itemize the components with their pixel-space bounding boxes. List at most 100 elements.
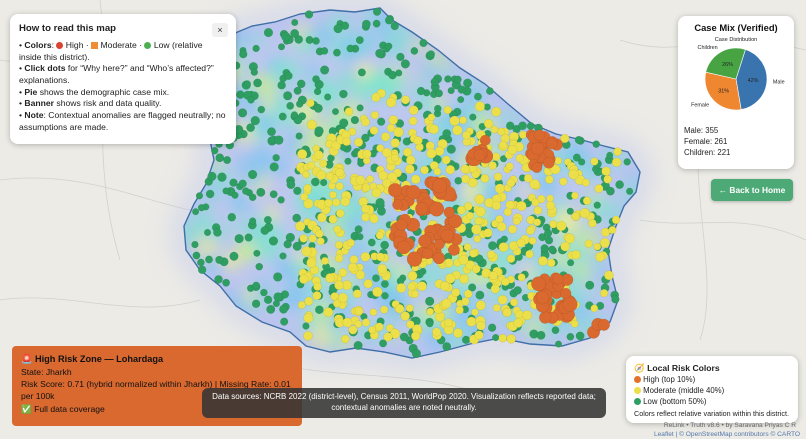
moderate-risk-dot[interactable] bbox=[341, 334, 350, 344]
low-risk-dot[interactable] bbox=[554, 340, 563, 348]
low-risk-dot[interactable] bbox=[278, 112, 287, 121]
moderate-risk-dot[interactable] bbox=[378, 170, 389, 181]
moderate-risk-dot[interactable] bbox=[382, 147, 392, 158]
low-risk-dot[interactable] bbox=[314, 126, 324, 136]
moderate-risk-dot[interactable] bbox=[328, 214, 338, 224]
low-risk-dot[interactable] bbox=[295, 132, 303, 140]
moderate-risk-dot[interactable] bbox=[518, 130, 527, 139]
moderate-risk-dot[interactable] bbox=[420, 165, 430, 175]
moderate-risk-dot[interactable] bbox=[390, 153, 399, 162]
low-risk-dot[interactable] bbox=[277, 196, 285, 204]
moderate-risk-dot[interactable] bbox=[374, 322, 384, 332]
low-risk-dot[interactable] bbox=[320, 65, 330, 75]
high-risk-dot[interactable] bbox=[431, 178, 448, 194]
moderate-risk-dot[interactable] bbox=[613, 147, 622, 156]
moderate-risk-dot[interactable] bbox=[611, 157, 622, 168]
high-risk-dot[interactable] bbox=[533, 129, 546, 142]
high-risk-dot[interactable] bbox=[432, 251, 446, 265]
low-risk-dot[interactable] bbox=[203, 228, 212, 237]
moderate-risk-dot[interactable] bbox=[475, 300, 486, 311]
low-risk-dot[interactable] bbox=[475, 290, 485, 300]
low-risk-dot[interactable] bbox=[375, 48, 385, 59]
moderate-risk-dot[interactable] bbox=[332, 299, 341, 308]
low-risk-dot[interactable] bbox=[310, 177, 320, 187]
moderate-risk-dot[interactable] bbox=[408, 105, 419, 116]
low-risk-dot[interactable] bbox=[575, 331, 585, 341]
high-risk-dot[interactable] bbox=[388, 183, 403, 198]
low-risk-dot[interactable] bbox=[372, 19, 381, 28]
moderate-risk-dot[interactable] bbox=[568, 169, 579, 180]
high-risk-dot[interactable] bbox=[597, 318, 610, 331]
high-risk-dot[interactable] bbox=[545, 137, 558, 150]
moderate-risk-dot[interactable] bbox=[490, 125, 499, 134]
low-risk-dot[interactable] bbox=[399, 332, 409, 342]
low-risk-dot[interactable] bbox=[283, 91, 293, 101]
low-risk-dot[interactable] bbox=[268, 236, 279, 246]
moderate-risk-dot[interactable] bbox=[410, 331, 421, 341]
low-risk-dot[interactable] bbox=[492, 333, 500, 342]
moderate-risk-dot[interactable] bbox=[427, 113, 436, 121]
moderate-risk-dot[interactable] bbox=[463, 202, 473, 211]
moderate-risk-dot[interactable] bbox=[405, 155, 416, 165]
moderate-risk-dot[interactable] bbox=[590, 304, 599, 313]
low-risk-dot[interactable] bbox=[380, 240, 390, 250]
moderate-risk-dot[interactable] bbox=[588, 218, 597, 228]
moderate-risk-dot[interactable] bbox=[449, 115, 460, 126]
low-risk-dot[interactable] bbox=[197, 265, 207, 275]
low-risk-dot[interactable] bbox=[544, 236, 554, 245]
moderate-risk-dot[interactable] bbox=[325, 273, 335, 283]
moderate-risk-dot[interactable] bbox=[525, 226, 535, 235]
low-risk-dot[interactable] bbox=[372, 274, 380, 283]
back-to-home-button[interactable]: ← Back to Home bbox=[711, 179, 793, 201]
moderate-risk-dot[interactable] bbox=[506, 178, 516, 188]
high-risk-dot[interactable] bbox=[406, 184, 421, 200]
low-risk-dot[interactable] bbox=[354, 225, 363, 234]
low-risk-dot[interactable] bbox=[304, 10, 314, 19]
moderate-risk-dot[interactable] bbox=[299, 274, 309, 284]
moderate-risk-dot[interactable] bbox=[405, 304, 414, 313]
moderate-risk-dot[interactable] bbox=[497, 127, 506, 136]
low-risk-dot[interactable] bbox=[339, 89, 348, 99]
high-risk-dot[interactable] bbox=[415, 201, 429, 216]
moderate-risk-dot[interactable] bbox=[474, 330, 484, 340]
low-risk-dot[interactable] bbox=[290, 111, 299, 119]
moderate-risk-dot[interactable] bbox=[545, 200, 556, 211]
low-risk-dot[interactable] bbox=[291, 18, 299, 26]
low-risk-dot[interactable] bbox=[237, 108, 248, 118]
moderate-risk-dot[interactable] bbox=[313, 150, 324, 160]
low-risk-dot[interactable] bbox=[279, 252, 287, 260]
high-risk-dot[interactable] bbox=[392, 199, 403, 211]
moderate-risk-dot[interactable] bbox=[501, 277, 510, 287]
low-risk-dot[interactable] bbox=[486, 87, 494, 95]
high-risk-dot[interactable] bbox=[552, 273, 564, 285]
moderate-risk-dot[interactable] bbox=[307, 161, 316, 170]
moderate-risk-dot[interactable] bbox=[513, 318, 523, 328]
high-risk-dot[interactable] bbox=[406, 251, 423, 267]
moderate-risk-dot[interactable] bbox=[516, 238, 526, 248]
low-risk-dot[interactable] bbox=[426, 320, 434, 328]
low-risk-dot[interactable] bbox=[362, 19, 371, 29]
moderate-risk-dot[interactable] bbox=[584, 239, 593, 248]
moderate-risk-dot[interactable] bbox=[413, 136, 423, 146]
moderate-risk-dot[interactable] bbox=[564, 233, 575, 244]
moderate-risk-dot[interactable] bbox=[603, 174, 613, 184]
low-risk-dot[interactable] bbox=[263, 215, 272, 224]
moderate-risk-dot[interactable] bbox=[516, 200, 527, 212]
high-risk-dot[interactable] bbox=[448, 243, 460, 256]
low-risk-dot[interactable] bbox=[191, 240, 199, 249]
moderate-risk-dot[interactable] bbox=[604, 270, 614, 281]
low-risk-dot[interactable] bbox=[305, 35, 314, 44]
moderate-risk-dot[interactable] bbox=[393, 127, 404, 138]
moderate-risk-dot[interactable] bbox=[593, 242, 602, 251]
moderate-risk-dot[interactable] bbox=[475, 206, 486, 217]
low-risk-dot[interactable] bbox=[217, 172, 227, 182]
low-risk-dot[interactable] bbox=[457, 96, 465, 104]
low-risk-dot[interactable] bbox=[211, 146, 219, 155]
moderate-risk-dot[interactable] bbox=[369, 214, 379, 224]
moderate-risk-dot[interactable] bbox=[361, 212, 371, 222]
moderate-risk-dot[interactable] bbox=[462, 130, 471, 140]
moderate-risk-dot[interactable] bbox=[455, 305, 464, 315]
low-risk-dot[interactable] bbox=[540, 244, 549, 253]
moderate-risk-dot[interactable] bbox=[497, 294, 508, 305]
moderate-risk-dot[interactable] bbox=[366, 175, 374, 184]
